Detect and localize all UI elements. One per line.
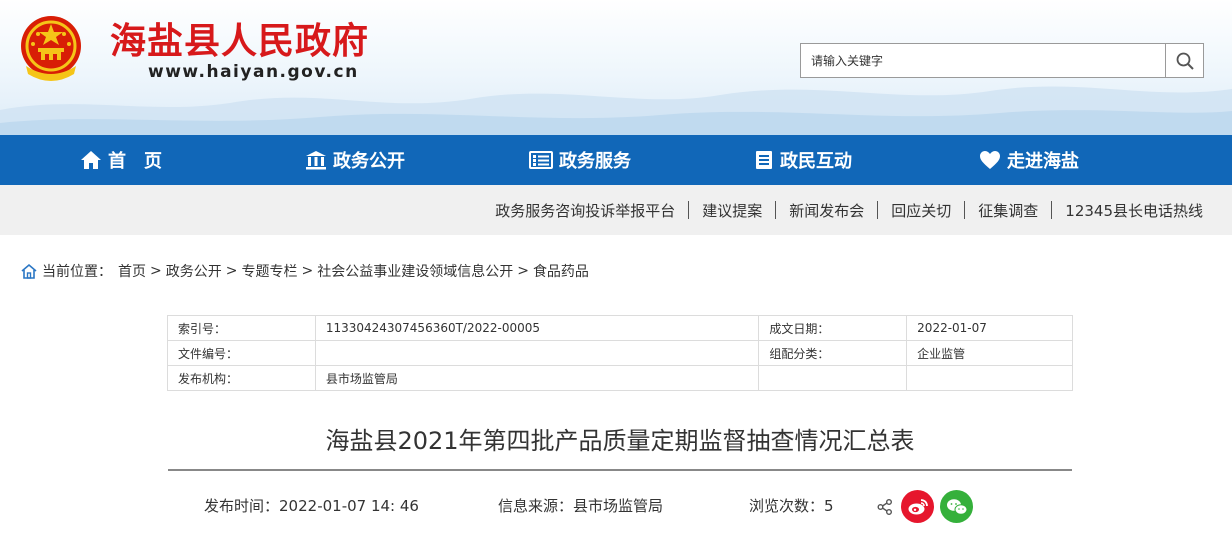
nav-item-home[interactable]: 首 页 [80, 135, 162, 185]
nav-item-label: 政务公开 [333, 151, 405, 172]
doc-number-value [314, 340, 760, 366]
category-label: 组配分类： [758, 340, 908, 366]
site-title[interactable]: 海盐县人民政府 [110, 12, 369, 64]
breadcrumb-separator: > [225, 263, 238, 279]
doc-number-label: 文件编号： [167, 340, 316, 366]
agency-label: 发布机构： [167, 365, 316, 391]
breadcrumb-separator: > [150, 263, 162, 279]
nav-item-interaction[interactable]: 政民互动 [754, 135, 852, 185]
article-title: 海盐县2021年第四批产品质量定期监督抽查情况汇总表 [325, 427, 915, 455]
breadcrumb-separator: > [517, 263, 529, 279]
subnav-item-press-conference[interactable]: 新闻发布会 [776, 200, 877, 221]
search-input[interactable] [801, 44, 1165, 77]
info-source-value: 县市场监管局 [573, 497, 664, 515]
info-source-label: 信息来源： [498, 497, 574, 515]
nav-item-about-haiyan[interactable]: 走进海盐 [979, 135, 1079, 185]
nav-item-gov-affairs[interactable]: 政务公开 [305, 135, 405, 185]
subnav-item-responses[interactable]: 回应关切 [878, 200, 964, 221]
home-icon [81, 151, 101, 169]
breadcrumb-item-gov-affairs[interactable]: 政务公开 [166, 261, 222, 281]
date-value: 2022-01-07 [906, 315, 1073, 341]
sub-nav: 政务服务咨询投诉举报平台 建议提案 新闻发布会 回应关切 征集调查 12345县… [0, 185, 1232, 235]
subnav-item-surveys[interactable]: 征集调查 [965, 200, 1051, 221]
nav-item-gov-service[interactable]: 政务服务 [529, 135, 631, 185]
search-button[interactable] [1165, 44, 1203, 77]
category-value: 企业监管 [906, 340, 1073, 366]
breadcrumb: 当前位置： 首页 > 政务公开 > 专题专栏 > 社会公益事业建设领域信息公开 … [20, 261, 589, 281]
nav-item-label: 政务服务 [559, 151, 631, 172]
heart-icon [980, 151, 1000, 169]
index-label: 索引号： [167, 315, 316, 341]
breadcrumb-item-food-drug[interactable]: 食品药品 [533, 261, 589, 281]
site-header: 海盐县人民政府 www.haiyan.gov.cn [0, 0, 1232, 135]
agency-value: 县市场监管局 [314, 365, 760, 391]
site-url: www.haiyan.gov.cn [148, 62, 359, 82]
view-count-label: 浏览次数： [749, 497, 825, 515]
subnav-item-hotline[interactable]: 12345县长电话热线 [1052, 200, 1216, 221]
breadcrumb-item-special[interactable]: 专题专栏 [241, 261, 297, 281]
nav-item-label: 走进海盐 [1007, 151, 1079, 172]
table-row: 索引号： 11330424307456360T/2022-00005 成文日期：… [167, 315, 1073, 341]
table-row: 文件编号： 组配分类： 企业监管 [167, 340, 1073, 366]
info-source: 信息来源：县市场监管局 [498, 495, 663, 516]
sub-nav-list: 政务服务咨询投诉举报平台 建议提案 新闻发布会 回应关切 征集调查 12345县… [482, 185, 1216, 235]
weibo-icon [908, 498, 928, 514]
title-divider [168, 469, 1072, 471]
share-icon[interactable] [876, 498, 894, 516]
breadcrumb-item-public-welfare[interactable]: 社会公益事业建设领域信息公开 [317, 261, 513, 281]
document-info-table: 索引号： 11330424307456360T/2022-00005 成文日期：… [167, 315, 1073, 391]
weibo-share-button[interactable] [901, 490, 934, 523]
publish-time-label: 发布时间： [204, 497, 280, 515]
home-outline-icon [21, 263, 37, 279]
index-value: 11330424307456360T/2022-00005 [314, 315, 760, 341]
breadcrumb-prefix: 当前位置： [42, 264, 112, 280]
table-row: 发布机构： 县市场监管局 [167, 365, 1073, 391]
publish-time: 发布时间：2022-01-07 14: 46 [204, 495, 419, 516]
document-icon [756, 151, 772, 169]
main-nav: 首 页 政务公开 政务服务 政民互动 走进海盐 [0, 135, 1232, 185]
view-count: 浏览次数：5 [749, 495, 834, 516]
breadcrumb-separator: > [301, 263, 314, 279]
wechat-icon [946, 498, 967, 515]
empty-cell [906, 365, 1073, 391]
list-icon [529, 151, 553, 169]
search-box [800, 43, 1204, 78]
search-icon [1176, 52, 1194, 70]
nav-item-label: 政民互动 [780, 151, 852, 172]
date-label: 成文日期： [758, 315, 908, 341]
building-icon [306, 151, 326, 170]
subnav-item-complaint-platform[interactable]: 政务服务咨询投诉举报平台 [482, 200, 688, 221]
nav-item-label: 首 页 [108, 151, 162, 172]
view-count-value: 5 [824, 497, 834, 515]
national-emblem-icon [21, 16, 81, 81]
empty-cell [758, 365, 908, 391]
breadcrumb-item-home[interactable]: 首页 [118, 261, 146, 281]
publish-time-value: 2022-01-07 14: 46 [279, 497, 419, 515]
subnav-item-proposals[interactable]: 建议提案 [689, 200, 775, 221]
wechat-share-button[interactable] [940, 490, 973, 523]
